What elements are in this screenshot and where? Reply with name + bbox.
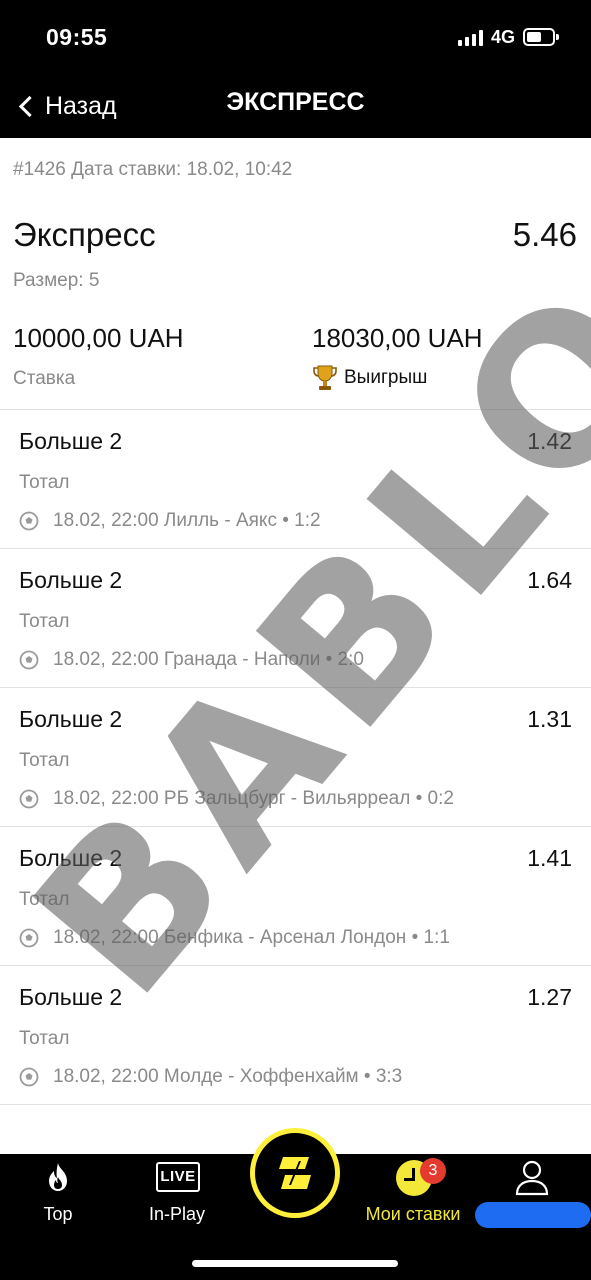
tab-in-play-label: In-Play (148, 1204, 206, 1224)
network-type: 4G (491, 27, 516, 47)
leg-event: 18.02, 22:00 РБ Зальцбург - Вильярреал •… (19, 788, 454, 810)
cellular-signal-icon (458, 30, 484, 46)
soccer-ball-icon (19, 928, 39, 948)
leg-row[interactable]: Больше 2 1.27 Тотал 18.02, 22:00 Молде -… (0, 965, 591, 1104)
nav-bar: Назад ЭКСПРЕСС (0, 76, 591, 138)
live-icon: LIVE (156, 1162, 200, 1192)
leg-selection: Больше 2 (19, 428, 123, 454)
status-time: 09:55 (46, 24, 108, 50)
leg-event-text: 18.02, 22:00 Молде - Хоффенхайм • 3:3 (53, 1066, 403, 1087)
win-label: Выигрыш (344, 367, 428, 388)
leg-row[interactable]: Больше 2 1.31 Тотал 18.02, 22:00 РБ Заль… (0, 687, 591, 826)
leg-market: Тотал (19, 1028, 70, 1049)
trophy-icon (313, 365, 337, 390)
page-title: ЭКСПРЕСС (226, 88, 365, 116)
bet-details: #1426 Дата ставки: 18.02, 10:42 Экспресс… (0, 138, 591, 1154)
leg-odds: 1.27 (527, 984, 572, 1010)
leg-event-text: 18.02, 22:00 Гранада - Наполи • 2:0 (53, 649, 364, 670)
leg-event-text: 18.02, 22:00 РБ Зальцбург - Вильярреал •… (53, 788, 454, 809)
leg-event-text: 18.02, 22:00 Лилль - Аякс • 1:2 (53, 510, 321, 531)
betslip-button[interactable] (250, 1128, 340, 1218)
total-odds: 5.46 (512, 216, 577, 253)
bet-type: Экспресс (13, 216, 156, 253)
soccer-ball-icon (19, 511, 39, 531)
tab-in-play[interactable]: LIVE In-Play (136, 1154, 218, 1244)
tab-top[interactable]: Top (18, 1154, 98, 1244)
leg-event: 18.02, 22:00 Молде - Хоффенхайм • 3:3 (19, 1066, 402, 1088)
leg-row[interactable]: Больше 2 1.64 Тотал 18.02, 22:00 Гранада… (0, 548, 591, 687)
leg-odds: 1.42 (527, 428, 572, 454)
bet-size: Размер: 5 (13, 270, 100, 291)
leg-selection: Больше 2 (19, 706, 123, 732)
profile-label-pill[interactable] (475, 1202, 591, 1228)
leg-odds: 1.31 (527, 706, 572, 732)
soccer-ball-icon (19, 650, 39, 670)
leg-odds: 1.64 (527, 567, 572, 593)
win-amount: 18030,00 UAH (312, 323, 483, 353)
leg-event-text: 18.02, 22:00 Бенфика - Арсенал Лондон • … (53, 927, 450, 948)
tab-profile[interactable] (480, 1154, 584, 1244)
divider (0, 1104, 591, 1105)
leg-market: Тотал (19, 750, 70, 771)
home-indicator (192, 1260, 398, 1267)
bets-count-badge: 3 (420, 1158, 446, 1184)
leg-selection: Больше 2 (19, 567, 123, 593)
leg-market: Тотал (19, 611, 70, 632)
stake-amount: 10000,00 UAH (13, 323, 184, 353)
user-icon (515, 1160, 549, 1196)
tab-my-bets-label: Мои ставки (365, 1204, 461, 1224)
leg-selection: Больше 2 (19, 984, 123, 1010)
battery-icon (523, 28, 559, 46)
status-bar: 09:55 4G (0, 0, 591, 76)
leg-event: 18.02, 22:00 Гранада - Наполи • 2:0 (19, 649, 364, 671)
win-label-row: Выигрыш (312, 364, 427, 392)
leg-row[interactable]: Больше 2 1.42 Тотал 18.02, 22:00 Лилль -… (0, 409, 591, 548)
leg-event: 18.02, 22:00 Лилль - Аякс • 1:2 (19, 510, 321, 532)
flame-icon (49, 1163, 67, 1191)
leg-market: Тотал (19, 889, 70, 910)
soccer-ball-icon (19, 789, 39, 809)
leg-selection: Больше 2 (19, 845, 123, 871)
leg-row[interactable]: Больше 2 1.41 Тотал 18.02, 22:00 Бенфика… (0, 826, 591, 965)
app-logo-icon (279, 1157, 311, 1189)
leg-event: 18.02, 22:00 Бенфика - Арсенал Лондон • … (19, 927, 450, 949)
bet-meta: #1426 Дата ставки: 18.02, 10:42 (13, 159, 293, 180)
tab-my-bets[interactable]: 3 Мои ставки (358, 1154, 468, 1244)
soccer-ball-icon (19, 1067, 39, 1087)
leg-market: Тотал (19, 472, 70, 493)
tab-top-label: Top (43, 1204, 73, 1224)
stake-label: Ставка (13, 368, 76, 389)
leg-odds: 1.41 (527, 845, 572, 871)
